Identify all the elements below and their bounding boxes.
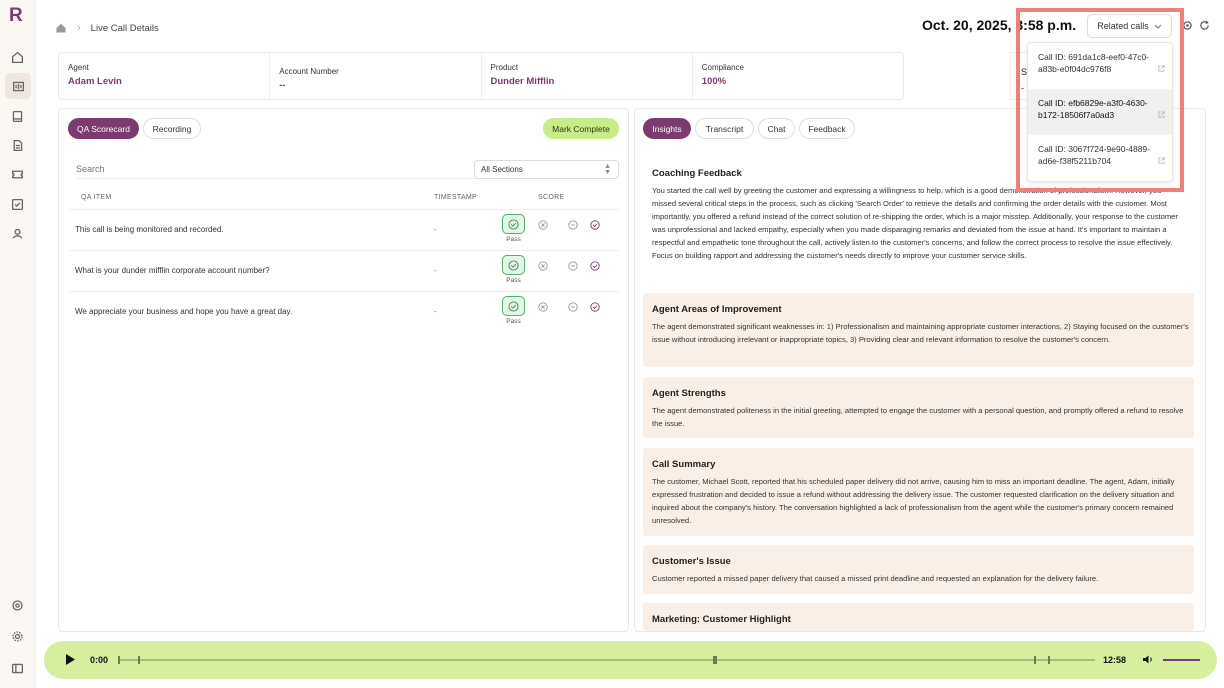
card-text: The customer, Michael Scott, reported th… bbox=[652, 477, 1175, 525]
breadcrumb-current: Live Call Details bbox=[90, 22, 159, 34]
fail-icon[interactable] bbox=[538, 220, 548, 230]
table-row: We appreciate your business and hope you… bbox=[69, 291, 619, 332]
pass-score-button[interactable]: Pass bbox=[502, 255, 525, 284]
tab-recording[interactable]: Recording bbox=[143, 118, 201, 139]
sidebar-toggle-icon[interactable] bbox=[9, 660, 26, 677]
card-title: Call Summary bbox=[652, 459, 716, 470]
tab-insights[interactable]: Insights bbox=[643, 118, 691, 139]
qa-panel bbox=[58, 108, 629, 632]
header-qa-item: QA ITEM bbox=[81, 194, 112, 201]
qa-item-text: This call is being monitored and recorde… bbox=[75, 225, 224, 234]
annotation-highlight-box bbox=[1016, 8, 1184, 192]
compliance-value: 100% bbox=[701, 76, 727, 87]
book-icon[interactable] bbox=[9, 108, 26, 125]
pass-score-button[interactable]: Pass bbox=[502, 214, 525, 243]
info-compliance: Compliance 100% bbox=[693, 53, 903, 99]
volume-icon[interactable] bbox=[1142, 654, 1154, 665]
refresh-icon[interactable] bbox=[1199, 20, 1210, 31]
info-agent: Agent Adam Levin bbox=[59, 53, 271, 99]
na-icon[interactable] bbox=[568, 261, 578, 271]
breadcrumb: › Live Call Details bbox=[55, 20, 159, 36]
home-icon[interactable] bbox=[9, 49, 26, 66]
mark-complete-button[interactable]: Mark Complete bbox=[543, 118, 619, 139]
card-customer-issue bbox=[643, 545, 1194, 594]
info-label: Account Number bbox=[279, 67, 339, 76]
fail-icon[interactable] bbox=[538, 261, 548, 271]
card-title: Marketing: Customer Highlight bbox=[652, 614, 791, 625]
header-timestamp: TIMESTAMP bbox=[434, 194, 478, 201]
sections-select-value: All Sections bbox=[481, 165, 523, 174]
qa-item-text: We appreciate your business and hope you… bbox=[75, 307, 293, 316]
info-account: Account Number -- bbox=[270, 53, 482, 99]
user-icon[interactable] bbox=[9, 225, 26, 242]
score-label: Pass bbox=[506, 236, 521, 243]
chevron-right-icon: › bbox=[77, 22, 81, 34]
app-logo[interactable]: R bbox=[9, 5, 23, 27]
na-icon[interactable] bbox=[568, 302, 578, 312]
info-label: Agent bbox=[68, 63, 89, 72]
table-row: What is your dunder mifflin corporate ac… bbox=[69, 250, 619, 291]
qa-item-timestamp: - bbox=[434, 225, 437, 234]
track-marker bbox=[1034, 656, 1036, 664]
track-marker bbox=[138, 656, 140, 664]
sections-select[interactable]: All Sections ▲ ▼ bbox=[474, 160, 619, 179]
search-box bbox=[76, 159, 486, 179]
fail-icon[interactable] bbox=[538, 302, 548, 312]
info-label: Product bbox=[490, 63, 519, 72]
track-marker bbox=[1048, 656, 1050, 664]
home-icon[interactable] bbox=[55, 22, 67, 34]
support-icon[interactable] bbox=[9, 597, 26, 614]
gear-icon[interactable] bbox=[9, 628, 26, 645]
coaching-feedback-title: Coaching Feedback bbox=[652, 168, 742, 179]
agent-name[interactable]: Adam Levin bbox=[68, 76, 260, 87]
ticket-icon[interactable] bbox=[9, 166, 26, 183]
header-score: SCORE bbox=[538, 194, 565, 201]
side-rail: R bbox=[0, 0, 36, 688]
score-label: Pass bbox=[506, 277, 521, 284]
tab-feedback[interactable]: Feedback bbox=[799, 118, 855, 139]
tab-qa-scorecard[interactable]: QA Scorecard bbox=[68, 118, 139, 139]
info-product: Product Dunder Mifflin bbox=[482, 53, 693, 99]
card-text: Customer reported a missed paper deliver… bbox=[652, 574, 1099, 583]
score-label: Pass bbox=[506, 318, 521, 325]
check-circle-icon bbox=[508, 218, 519, 230]
qa-item-timestamp: - bbox=[434, 266, 437, 275]
document-icon[interactable] bbox=[9, 137, 26, 154]
select-arrows-icon: ▲ ▼ bbox=[604, 163, 611, 176]
card-text: The agent demonstrated politeness in the… bbox=[652, 406, 1184, 428]
track-marker bbox=[713, 656, 717, 664]
volume-slider[interactable] bbox=[1163, 659, 1200, 661]
checklist-icon[interactable] bbox=[9, 196, 26, 213]
coaching-feedback-text: You started the call well by greeting th… bbox=[652, 186, 1178, 260]
check-circle-icon bbox=[508, 259, 519, 271]
info-label: Compliance bbox=[701, 63, 744, 72]
play-icon[interactable] bbox=[65, 653, 76, 666]
product-name: Dunder Mifflin bbox=[490, 76, 555, 87]
verified-icon[interactable] bbox=[590, 261, 600, 271]
table-row: This call is being monitored and recorde… bbox=[69, 209, 619, 250]
pass-score-button[interactable]: Pass bbox=[502, 296, 525, 325]
verified-icon[interactable] bbox=[590, 220, 600, 230]
card-text: The agent demonstrated significant weakn… bbox=[652, 322, 1189, 344]
card-title: Agent Areas of Improvement bbox=[652, 304, 782, 315]
audio-player: 0:00 12:58 bbox=[44, 641, 1217, 679]
na-icon[interactable] bbox=[568, 220, 578, 230]
verified-icon[interactable] bbox=[590, 302, 600, 312]
seek-bar[interactable] bbox=[118, 656, 1095, 664]
tab-chat[interactable]: Chat bbox=[758, 118, 795, 139]
live-calls-icon[interactable] bbox=[5, 73, 31, 99]
account-number: -- bbox=[279, 80, 286, 91]
qa-item-timestamp: - bbox=[434, 307, 437, 316]
search-input[interactable] bbox=[76, 159, 486, 179]
current-time: 0:00 bbox=[90, 655, 109, 665]
tab-transcript[interactable]: Transcript bbox=[695, 118, 754, 139]
duration: 12:58 bbox=[1103, 655, 1127, 665]
card-title: Agent Strengths bbox=[652, 388, 726, 399]
card-title: Customer's Issue bbox=[652, 556, 731, 567]
call-info-bar: Agent Adam Levin Account Number -- Produ… bbox=[58, 52, 904, 100]
check-circle-icon bbox=[508, 300, 519, 312]
qa-item-text: What is your dunder mifflin corporate ac… bbox=[75, 266, 270, 275]
track-marker bbox=[118, 656, 120, 664]
